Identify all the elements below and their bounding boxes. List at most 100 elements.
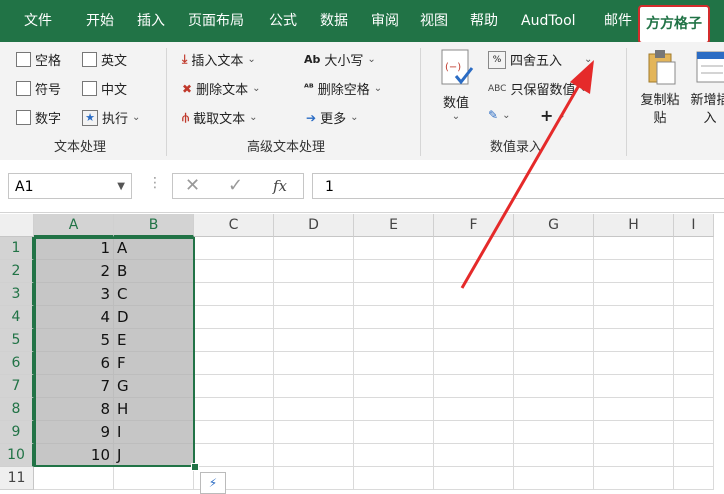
checkbox-chinese[interactable]: 中文 — [82, 79, 127, 98]
cell-f11[interactable] — [434, 467, 514, 490]
cell-a8[interactable]: 8 — [34, 398, 114, 421]
case-button[interactable]: Ab 大小写 ⌄ — [304, 50, 376, 69]
column-header-f[interactable]: F — [434, 214, 514, 237]
cell-d9[interactable] — [274, 421, 354, 444]
checkbox-box[interactable] — [16, 110, 31, 125]
checkbox-box[interactable] — [82, 81, 97, 96]
cell-e1[interactable] — [354, 237, 434, 260]
checkbox-number[interactable]: 数字 — [16, 108, 61, 127]
new-insert-button[interactable]: 新增插 入 — [688, 48, 724, 128]
cell-a3[interactable]: 3 — [34, 283, 114, 306]
cell-b11[interactable] — [114, 467, 194, 490]
row-header-3[interactable]: 3 — [0, 283, 34, 306]
name-box[interactable]: A1 ▼ — [8, 173, 132, 199]
cell-i2[interactable] — [674, 260, 714, 283]
cell-b2[interactable]: B — [114, 260, 194, 283]
cell-e3[interactable] — [354, 283, 434, 306]
cell-f4[interactable] — [434, 306, 514, 329]
cell-i7[interactable] — [674, 375, 714, 398]
remove-space-button[interactable]: ᴬᴮ 删除空格 ⌄ — [304, 79, 382, 98]
tab-view[interactable]: 视图 — [420, 0, 448, 42]
cell-g2[interactable] — [514, 260, 594, 283]
cell-h6[interactable] — [594, 352, 674, 375]
row-header-5[interactable]: 5 — [0, 329, 34, 352]
cell-c7[interactable] — [194, 375, 274, 398]
cell-d11[interactable] — [274, 467, 354, 490]
cell-c2[interactable] — [194, 260, 274, 283]
cell-h5[interactable] — [594, 329, 674, 352]
plus-button[interactable]: + ⌄ — [540, 106, 566, 125]
cell-i10[interactable] — [674, 444, 714, 467]
row-header-2[interactable]: 2 — [0, 260, 34, 283]
cell-g8[interactable] — [514, 398, 594, 421]
cell-d1[interactable] — [274, 237, 354, 260]
cell-c3[interactable] — [194, 283, 274, 306]
cell-a2[interactable]: 2 — [34, 260, 114, 283]
cell-e2[interactable] — [354, 260, 434, 283]
cell-h4[interactable] — [594, 306, 674, 329]
cell-b7[interactable]: G — [114, 375, 194, 398]
cell-b5[interactable]: E — [114, 329, 194, 352]
cell-g6[interactable] — [514, 352, 594, 375]
tab-data[interactable]: 数据 — [320, 0, 348, 42]
cell-i1[interactable] — [674, 237, 714, 260]
cell-b10[interactable]: J — [114, 444, 194, 467]
cell-c1[interactable] — [194, 237, 274, 260]
cell-f7[interactable] — [434, 375, 514, 398]
cell-i11[interactable] — [674, 467, 714, 490]
row-header-10[interactable]: 10 — [0, 444, 34, 467]
tab-review[interactable]: 审阅 — [371, 0, 399, 42]
cell-i8[interactable] — [674, 398, 714, 421]
cell-h3[interactable] — [594, 283, 674, 306]
cell-e6[interactable] — [354, 352, 434, 375]
cell-c8[interactable] — [194, 398, 274, 421]
cell-e8[interactable] — [354, 398, 434, 421]
checkbox-box[interactable] — [16, 81, 31, 96]
cell-a10[interactable]: 10 — [34, 444, 114, 467]
column-header-h[interactable]: H — [594, 214, 674, 237]
row-header-4[interactable]: 4 — [0, 306, 34, 329]
checkbox-space[interactable]: 空格 — [16, 50, 61, 69]
cell-f1[interactable] — [434, 237, 514, 260]
cell-c10[interactable] — [194, 444, 274, 467]
formula-input[interactable]: 1 — [312, 173, 724, 199]
cell-c4[interactable] — [194, 306, 274, 329]
number-button[interactable]: (−) 数值 ⌄ — [436, 48, 476, 122]
cell-d10[interactable] — [274, 444, 354, 467]
cancel-icon[interactable]: ✕ — [185, 174, 200, 198]
cell-g4[interactable] — [514, 306, 594, 329]
cell-f2[interactable] — [434, 260, 514, 283]
cell-g11[interactable] — [514, 467, 594, 490]
cell-i3[interactable] — [674, 283, 714, 306]
quick-analysis-icon[interactable]: ⚡ — [200, 472, 226, 494]
tab-help[interactable]: 帮助 — [470, 0, 498, 42]
more-button[interactable]: ➔ 更多 ⌄ — [306, 108, 358, 128]
cell-a11[interactable] — [34, 467, 114, 490]
cell-g7[interactable] — [514, 375, 594, 398]
copy-paste-button[interactable]: 复制粘 贴 — [634, 48, 686, 128]
cell-h10[interactable] — [594, 444, 674, 467]
cell-h7[interactable] — [594, 375, 674, 398]
column-header-d[interactable]: D — [274, 214, 354, 237]
cell-c6[interactable] — [194, 352, 274, 375]
confirm-icon[interactable]: ✓ — [228, 174, 243, 198]
cell-c9[interactable] — [194, 421, 274, 444]
column-header-b[interactable]: B — [114, 214, 194, 237]
fill-handle[interactable] — [191, 463, 199, 471]
tab-mail[interactable]: 邮件 — [604, 0, 632, 42]
tab-audtool[interactable]: AudTool — [521, 0, 576, 42]
tab-fangfanggezi[interactable]: 方方格子 — [638, 5, 710, 44]
round-button[interactable]: % 四舍五入 ⌄ — [488, 50, 592, 69]
cell-e7[interactable] — [354, 375, 434, 398]
cell-h8[interactable] — [594, 398, 674, 421]
column-header-c[interactable]: C — [194, 214, 274, 237]
cell-i6[interactable] — [674, 352, 714, 375]
drag-handle-icon[interactable]: ⋮ — [148, 175, 162, 191]
column-header-e[interactable]: E — [354, 214, 434, 237]
row-header-8[interactable]: 8 — [0, 398, 34, 421]
cell-i4[interactable] — [674, 306, 714, 329]
checkbox-symbol[interactable]: 符号 — [16, 79, 61, 98]
checkbox-box[interactable] — [16, 52, 31, 67]
cell-d2[interactable] — [274, 260, 354, 283]
tab-insert[interactable]: 插入 — [137, 0, 165, 42]
